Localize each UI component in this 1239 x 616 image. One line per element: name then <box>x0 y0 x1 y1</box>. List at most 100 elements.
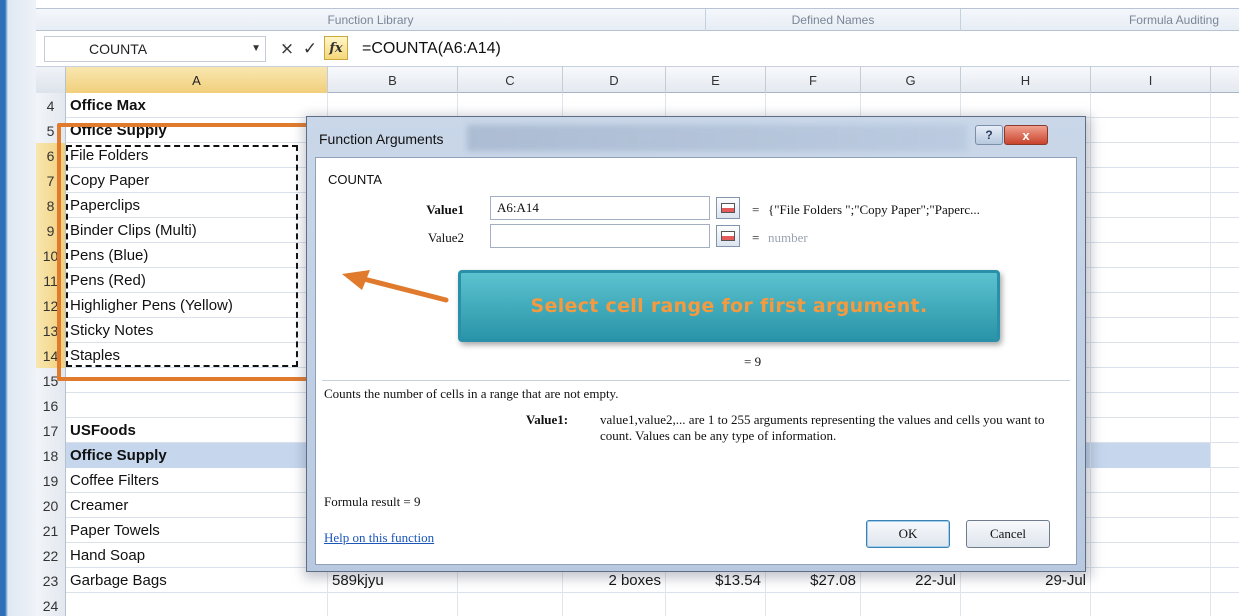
column-header-b[interactable]: B <box>328 67 458 93</box>
cell-i[interactable] <box>1091 168 1211 193</box>
cell-i[interactable] <box>1091 568 1211 593</box>
help-button[interactable]: ? <box>975 125 1003 145</box>
ribbon-group-defined-names[interactable]: Defined Names <box>706 9 961 31</box>
argument-detail-text: value1,value2,... are 1 to 255 arguments… <box>600 412 1045 443</box>
cell-g[interactable] <box>861 93 961 118</box>
row-header[interactable]: 18 <box>36 443 66 468</box>
value2-equals: = <box>752 230 760 245</box>
ok-button[interactable]: OK <box>866 520 950 548</box>
value1-input[interactable]: A6:A14 <box>490 196 710 220</box>
cell-a[interactable]: Office Supply <box>66 443 328 468</box>
cell-c[interactable] <box>458 93 563 118</box>
cell-d[interactable] <box>563 593 666 616</box>
cell-i[interactable] <box>1091 293 1211 318</box>
cell-i[interactable] <box>1091 393 1211 418</box>
cell-f[interactable] <box>766 93 861 118</box>
row-header[interactable]: 16 <box>36 393 66 418</box>
highlight-frame <box>57 123 333 381</box>
collapse-dialog-button[interactable] <box>716 197 740 219</box>
column-header-f[interactable]: F <box>766 67 861 93</box>
cell-b[interactable] <box>328 593 458 616</box>
column-header-a[interactable]: A <box>66 67 328 93</box>
row-header[interactable]: 20 <box>36 493 66 518</box>
cell-i[interactable] <box>1091 593 1211 616</box>
table-row[interactable]: 24 <box>36 593 1239 616</box>
row-header[interactable]: 21 <box>36 518 66 543</box>
close-button[interactable]: x <box>1004 125 1048 145</box>
column-header-d[interactable]: D <box>563 67 666 93</box>
cell-a[interactable]: Garbage Bags <box>66 568 328 593</box>
name-box[interactable]: COUNTA ▼ <box>44 36 266 62</box>
formula-bar: COUNTA ▼ ⁝ × ✓ fx =COUNTA(A6:A14) <box>36 31 1239 67</box>
table-row[interactable]: 4 Office Max <box>36 93 1239 118</box>
row-header[interactable]: 19 <box>36 468 66 493</box>
help-link[interactable]: Help on this function <box>324 530 434 546</box>
cell-i[interactable] <box>1091 518 1211 543</box>
value1-result: {"File Folders ";"Copy Paper";"Paperc... <box>768 202 980 217</box>
cell-i[interactable] <box>1091 468 1211 493</box>
cell-i[interactable] <box>1091 218 1211 243</box>
row-header[interactable]: 23 <box>36 568 66 593</box>
cancel-formula-button[interactable]: × <box>276 37 298 61</box>
cell-b[interactable] <box>328 93 458 118</box>
select-all-corner[interactable] <box>36 67 66 93</box>
collapse-dialog-button-2[interactable] <box>716 225 740 247</box>
cell-a[interactable]: Coffee Filters <box>66 468 328 493</box>
cell-i[interactable] <box>1091 118 1211 143</box>
cell-i[interactable] <box>1091 418 1211 443</box>
cell-f[interactable] <box>766 593 861 616</box>
dialog-body: COUNTA Value1 A6:A14 = {"File Folders ";… <box>315 157 1077 565</box>
column-header-i[interactable]: I <box>1091 67 1211 93</box>
arrow-left-icon <box>342 270 449 303</box>
column-header-c[interactable]: C <box>458 67 563 93</box>
cell-a[interactable]: USFoods <box>66 418 328 443</box>
cell-i[interactable] <box>1091 318 1211 343</box>
ribbon-group-bar: Function Library Defined Names Formula A… <box>36 9 1239 31</box>
function-description: Counts the number of cells in a range th… <box>324 386 619 401</box>
cell-a[interactable]: Paper Towels <box>66 518 328 543</box>
window-left-edge <box>0 0 36 616</box>
row-header[interactable]: 4 <box>36 93 66 118</box>
cell-i[interactable] <box>1091 343 1211 368</box>
cell-a[interactable] <box>66 393 328 418</box>
cell-i[interactable] <box>1091 368 1211 393</box>
cell-i[interactable] <box>1091 243 1211 268</box>
row-header[interactable]: 17 <box>36 418 66 443</box>
cell-h[interactable] <box>961 93 1091 118</box>
cell-a[interactable]: Hand Soap <box>66 543 328 568</box>
cancel-button[interactable]: Cancel <box>966 520 1050 548</box>
row-header[interactable]: 24 <box>36 593 66 616</box>
cell-a[interactable]: Creamer <box>66 493 328 518</box>
chevron-down-icon[interactable]: ▼ <box>251 43 261 54</box>
cell-a[interactable] <box>66 593 328 616</box>
enter-formula-button[interactable]: ✓ <box>299 37 321 61</box>
ribbon-group-formula-auditing[interactable]: Formula Auditing <box>961 9 1239 31</box>
cell-h[interactable] <box>961 593 1091 616</box>
column-header-h[interactable]: H <box>961 67 1091 93</box>
cell-i[interactable] <box>1091 493 1211 518</box>
cell-i[interactable] <box>1091 143 1211 168</box>
cell-i[interactable] <box>1091 193 1211 218</box>
column-header-g[interactable]: G <box>861 67 961 93</box>
cell-a[interactable]: Office Max <box>66 93 328 118</box>
cell-i[interactable] <box>1091 268 1211 293</box>
cell-g[interactable] <box>861 593 961 616</box>
argument-detail-label: Value1: <box>526 412 569 427</box>
insert-function-button[interactable]: fx <box>324 36 348 60</box>
column-header-e[interactable]: E <box>666 67 766 93</box>
value2-input[interactable] <box>490 224 710 248</box>
ribbon-group-function-library[interactable]: Function Library <box>36 9 706 31</box>
cell-i[interactable] <box>1091 93 1211 118</box>
column-header-row: A B C D E F G H I <box>36 67 1239 93</box>
instruction-callout-text: Select cell range for first argument. <box>530 295 928 317</box>
cell-d[interactable] <box>563 93 666 118</box>
row-header[interactable]: 22 <box>36 543 66 568</box>
function-name-label: COUNTA <box>328 172 382 187</box>
cell-e[interactable] <box>666 593 766 616</box>
cell-i[interactable] <box>1091 443 1211 468</box>
cell-i[interactable] <box>1091 543 1211 568</box>
cell-e[interactable] <box>666 93 766 118</box>
cell-c[interactable] <box>458 593 563 616</box>
formula-input[interactable]: =COUNTA(A6:A14) <box>362 36 501 62</box>
function-arguments-dialog: Function Arguments ? x COUNTA Value1 A6:… <box>306 116 1086 572</box>
